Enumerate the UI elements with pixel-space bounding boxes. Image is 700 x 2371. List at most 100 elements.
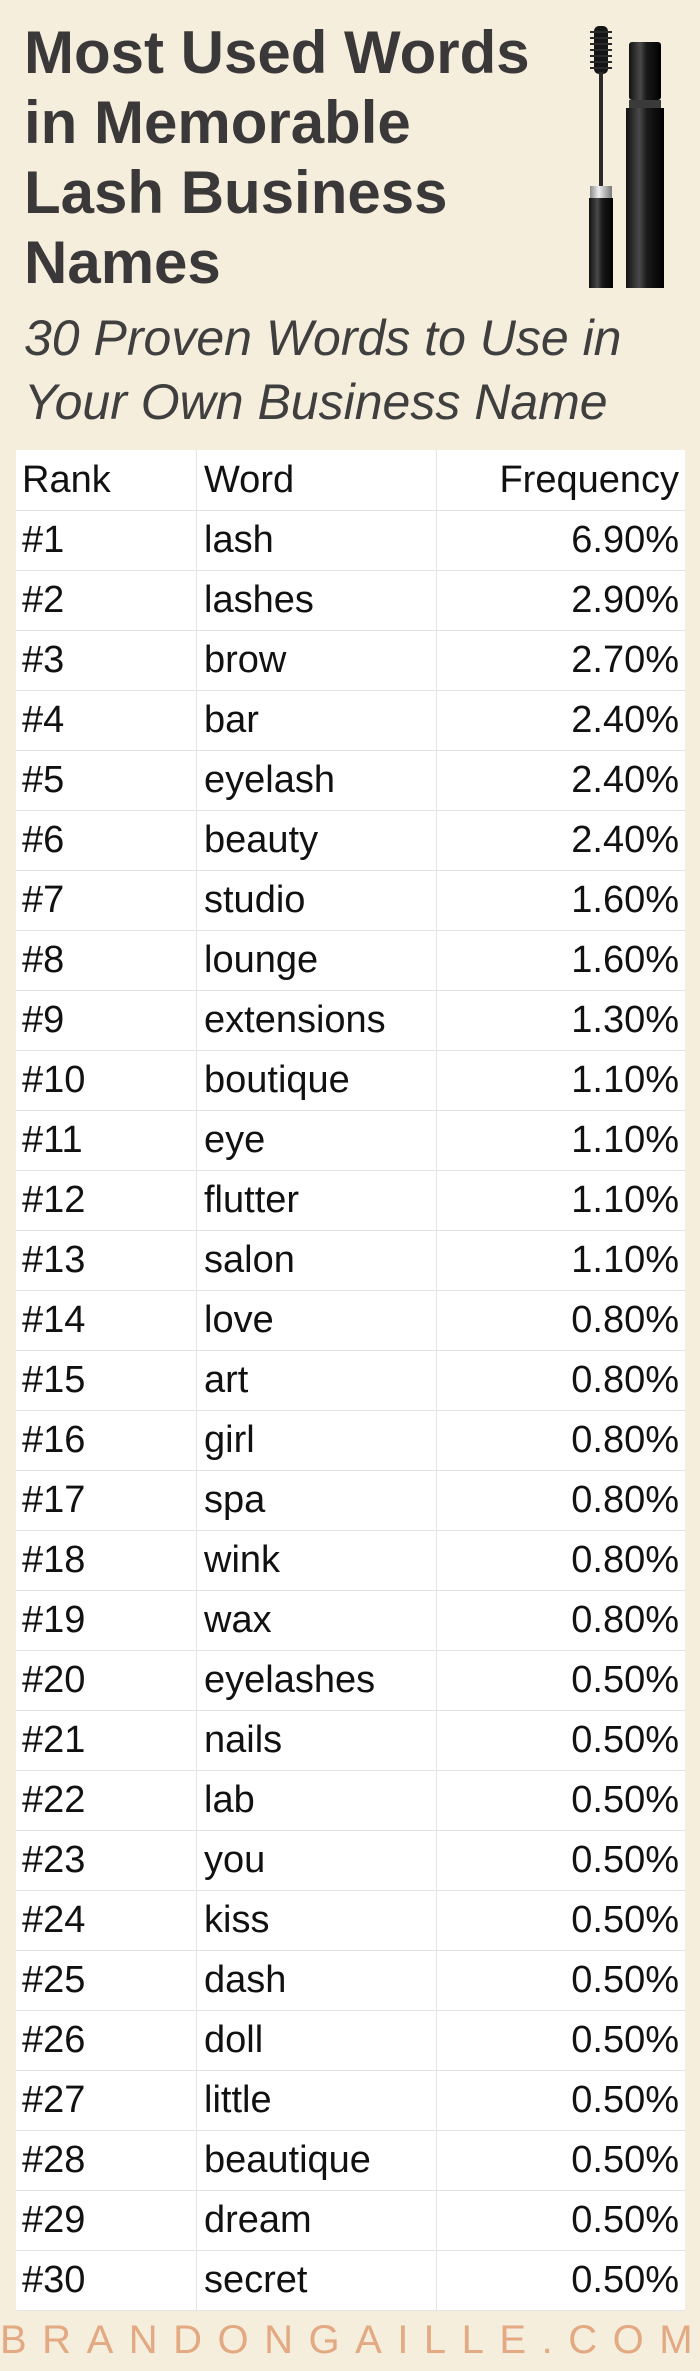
frequency-cell: 0.50%	[571, 1719, 679, 1761]
word-cell: secret	[204, 2259, 308, 2301]
word-cell: spa	[204, 1479, 266, 1521]
rank-cell: #22	[22, 1779, 86, 1821]
table-row: #26 doll 0.50%	[16, 2010, 685, 2071]
rank-cell: #16	[22, 1419, 86, 1461]
word-cell: wink	[204, 1539, 281, 1581]
frequency-cell: 1.10%	[571, 1059, 679, 1101]
rank-cell: #13	[22, 1239, 86, 1281]
column-header-rank: Rank	[22, 459, 111, 501]
frequency-cell: 2.90%	[571, 579, 679, 621]
table-row: #27 little 0.50%	[16, 2070, 685, 2131]
header: Most Used Words in Memorable Lash Busine…	[0, 0, 700, 448]
frequency-cell: 0.50%	[571, 1899, 679, 1941]
frequency-cell: 0.50%	[571, 2019, 679, 2061]
word-cell: dash	[204, 1959, 287, 2001]
rank-cell: #26	[22, 2019, 86, 2061]
table-row: #14 love 0.80%	[16, 1290, 685, 1351]
frequency-cell: 1.60%	[571, 879, 679, 921]
rank-cell: #21	[22, 1719, 86, 1761]
table-row: #10 boutique 1.10%	[16, 1050, 685, 1111]
table-row: #3 brow 2.70%	[16, 630, 685, 691]
table-row: #28 beautique 0.50%	[16, 2130, 685, 2191]
table-row: #29 dream 0.50%	[16, 2190, 685, 2251]
table-row: #25 dash 0.50%	[16, 1950, 685, 2011]
rank-cell: #30	[22, 2259, 86, 2301]
rank-cell: #17	[22, 1479, 86, 1521]
rank-cell: #14	[22, 1299, 86, 1341]
page-title: Most Used Words in Memorable Lash Busine…	[24, 19, 530, 296]
rank-cell: #11	[22, 1119, 83, 1161]
table-row: #5 eyelash 2.40%	[16, 750, 685, 811]
table-row: #24 kiss 0.50%	[16, 1890, 685, 1951]
rank-cell: #4	[22, 699, 65, 741]
rank-cell: #7	[22, 879, 65, 921]
table-row: #17 spa 0.80%	[16, 1470, 685, 1531]
column-header-frequency: Frequency	[499, 459, 679, 501]
word-cell: extensions	[204, 999, 386, 1041]
rank-cell: #28	[22, 2139, 86, 2181]
frequency-cell: 2.40%	[571, 819, 679, 861]
table-row: #18 wink 0.80%	[16, 1530, 685, 1591]
word-cell: flutter	[204, 1179, 300, 1221]
word-cell: beauty	[204, 819, 319, 861]
table-row: #20 eyelashes 0.50%	[16, 1650, 685, 1711]
rank-cell: #5	[22, 759, 65, 801]
table-row: #4 bar 2.40%	[16, 690, 685, 751]
table-row: #1 lash 6.90%	[16, 510, 685, 571]
table-row: #12 flutter 1.10%	[16, 1170, 685, 1231]
mascara-wand-icon	[589, 26, 664, 288]
frequency-cell: 2.70%	[571, 639, 679, 681]
frequency-table: Rank Word Frequency #1 lash 6.90% #2 lashes 2…	[16, 450, 685, 2311]
frequency-cell: 0.50%	[571, 1779, 679, 1821]
frequency-cell: 1.10%	[571, 1239, 679, 1281]
table-row: #11 eye 1.10%	[16, 1110, 685, 1171]
frequency-cell: 0.50%	[571, 1959, 679, 2001]
table-row: #9 extensions 1.30%	[16, 990, 685, 1051]
rank-cell: #3	[22, 639, 65, 681]
frequency-cell: 0.50%	[571, 1659, 679, 1701]
frequency-cell: 1.60%	[571, 939, 679, 981]
rank-cell: #12	[22, 1179, 86, 1221]
rank-cell: #8	[22, 939, 65, 981]
word-cell: lashes	[204, 579, 314, 621]
table-row: #22 lab 0.50%	[16, 1770, 685, 1831]
word-cell: dream	[204, 2199, 312, 2241]
table-row: #15 art 0.80%	[16, 1350, 685, 1411]
frequency-cell: 0.50%	[571, 1839, 679, 1881]
word-cell: eyelash	[204, 759, 335, 801]
word-cell: eyelashes	[204, 1659, 376, 1701]
frequency-cell: 0.50%	[571, 2079, 679, 2121]
word-cell: little	[204, 2079, 272, 2121]
word-cell: brow	[204, 639, 287, 681]
word-cell: beautique	[204, 2139, 371, 2181]
frequency-cell: 0.80%	[571, 1539, 679, 1581]
word-cell: love	[204, 1299, 274, 1341]
rank-cell: #24	[22, 1899, 86, 1941]
word-cell: art	[204, 1359, 249, 1401]
frequency-cell: 0.80%	[571, 1419, 679, 1461]
frequency-cell: 2.40%	[571, 699, 679, 741]
table-row: #6 beauty 2.40%	[16, 810, 685, 871]
frequency-cell: 1.30%	[571, 999, 679, 1041]
rank-cell: #19	[22, 1599, 86, 1641]
frequency-cell: 1.10%	[571, 1179, 679, 1221]
word-cell: you	[204, 1839, 266, 1881]
table-row: #13 salon 1.10%	[16, 1230, 685, 1291]
rank-cell: #15	[22, 1359, 86, 1401]
brand-footer: BRANDONGAILLE.COM	[0, 2318, 700, 2362]
frequency-cell: 0.80%	[571, 1299, 679, 1341]
word-cell: wax	[204, 1599, 272, 1641]
word-cell: eye	[204, 1119, 266, 1161]
word-cell: studio	[204, 879, 306, 921]
rank-cell: #23	[22, 1839, 86, 1881]
frequency-cell: 2.40%	[571, 759, 679, 801]
frequency-cell: 1.10%	[571, 1119, 679, 1161]
rank-cell: #27	[22, 2079, 86, 2121]
frequency-cell: 6.90%	[571, 519, 679, 561]
table-row: #8 lounge 1.60%	[16, 930, 685, 991]
table-row: #7 studio 1.60%	[16, 870, 685, 931]
table-row: #19 wax 0.80%	[16, 1590, 685, 1651]
word-cell: boutique	[204, 1059, 350, 1101]
rank-cell: #18	[22, 1539, 86, 1581]
word-cell: lounge	[204, 939, 319, 981]
